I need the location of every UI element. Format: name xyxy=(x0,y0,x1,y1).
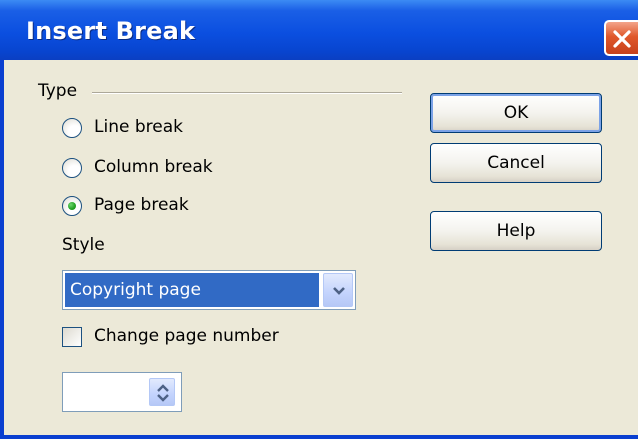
radio-label: Column break xyxy=(94,157,213,177)
spin-arrows-icon xyxy=(157,384,169,402)
radio-selected-dot xyxy=(68,202,76,210)
radio-button[interactable] xyxy=(62,118,82,138)
cancel-button[interactable]: Cancel xyxy=(430,143,602,183)
style-dropdown[interactable]: Copyright page xyxy=(62,270,356,310)
page-number-spin-field[interactable] xyxy=(62,372,182,412)
style-label: Style xyxy=(62,235,105,255)
radio-label: Page break xyxy=(94,195,189,215)
spin-button[interactable] xyxy=(149,378,175,406)
dialog-title: Insert Break xyxy=(26,17,196,45)
dropdown-button[interactable] xyxy=(323,273,353,307)
help-button[interactable]: Help xyxy=(430,211,602,251)
title-bar[interactable]: Insert Break xyxy=(0,0,638,60)
ok-button[interactable]: OK xyxy=(430,93,602,133)
close-icon xyxy=(613,30,631,48)
change-page-number-checkbox[interactable] xyxy=(62,327,82,347)
radio-label: Line break xyxy=(94,117,183,137)
radio-button-selected[interactable] xyxy=(62,196,82,216)
radio-button[interactable] xyxy=(62,158,82,178)
type-group-label: Type xyxy=(38,81,78,101)
chevron-down-icon xyxy=(333,287,345,295)
style-selected-value[interactable]: Copyright page xyxy=(65,273,319,307)
group-divider xyxy=(92,92,402,94)
close-button[interactable] xyxy=(604,20,638,56)
insert-break-dialog: Insert Break Type Line break Column brea… xyxy=(0,0,638,439)
checkbox-label: Change page number xyxy=(94,326,279,346)
